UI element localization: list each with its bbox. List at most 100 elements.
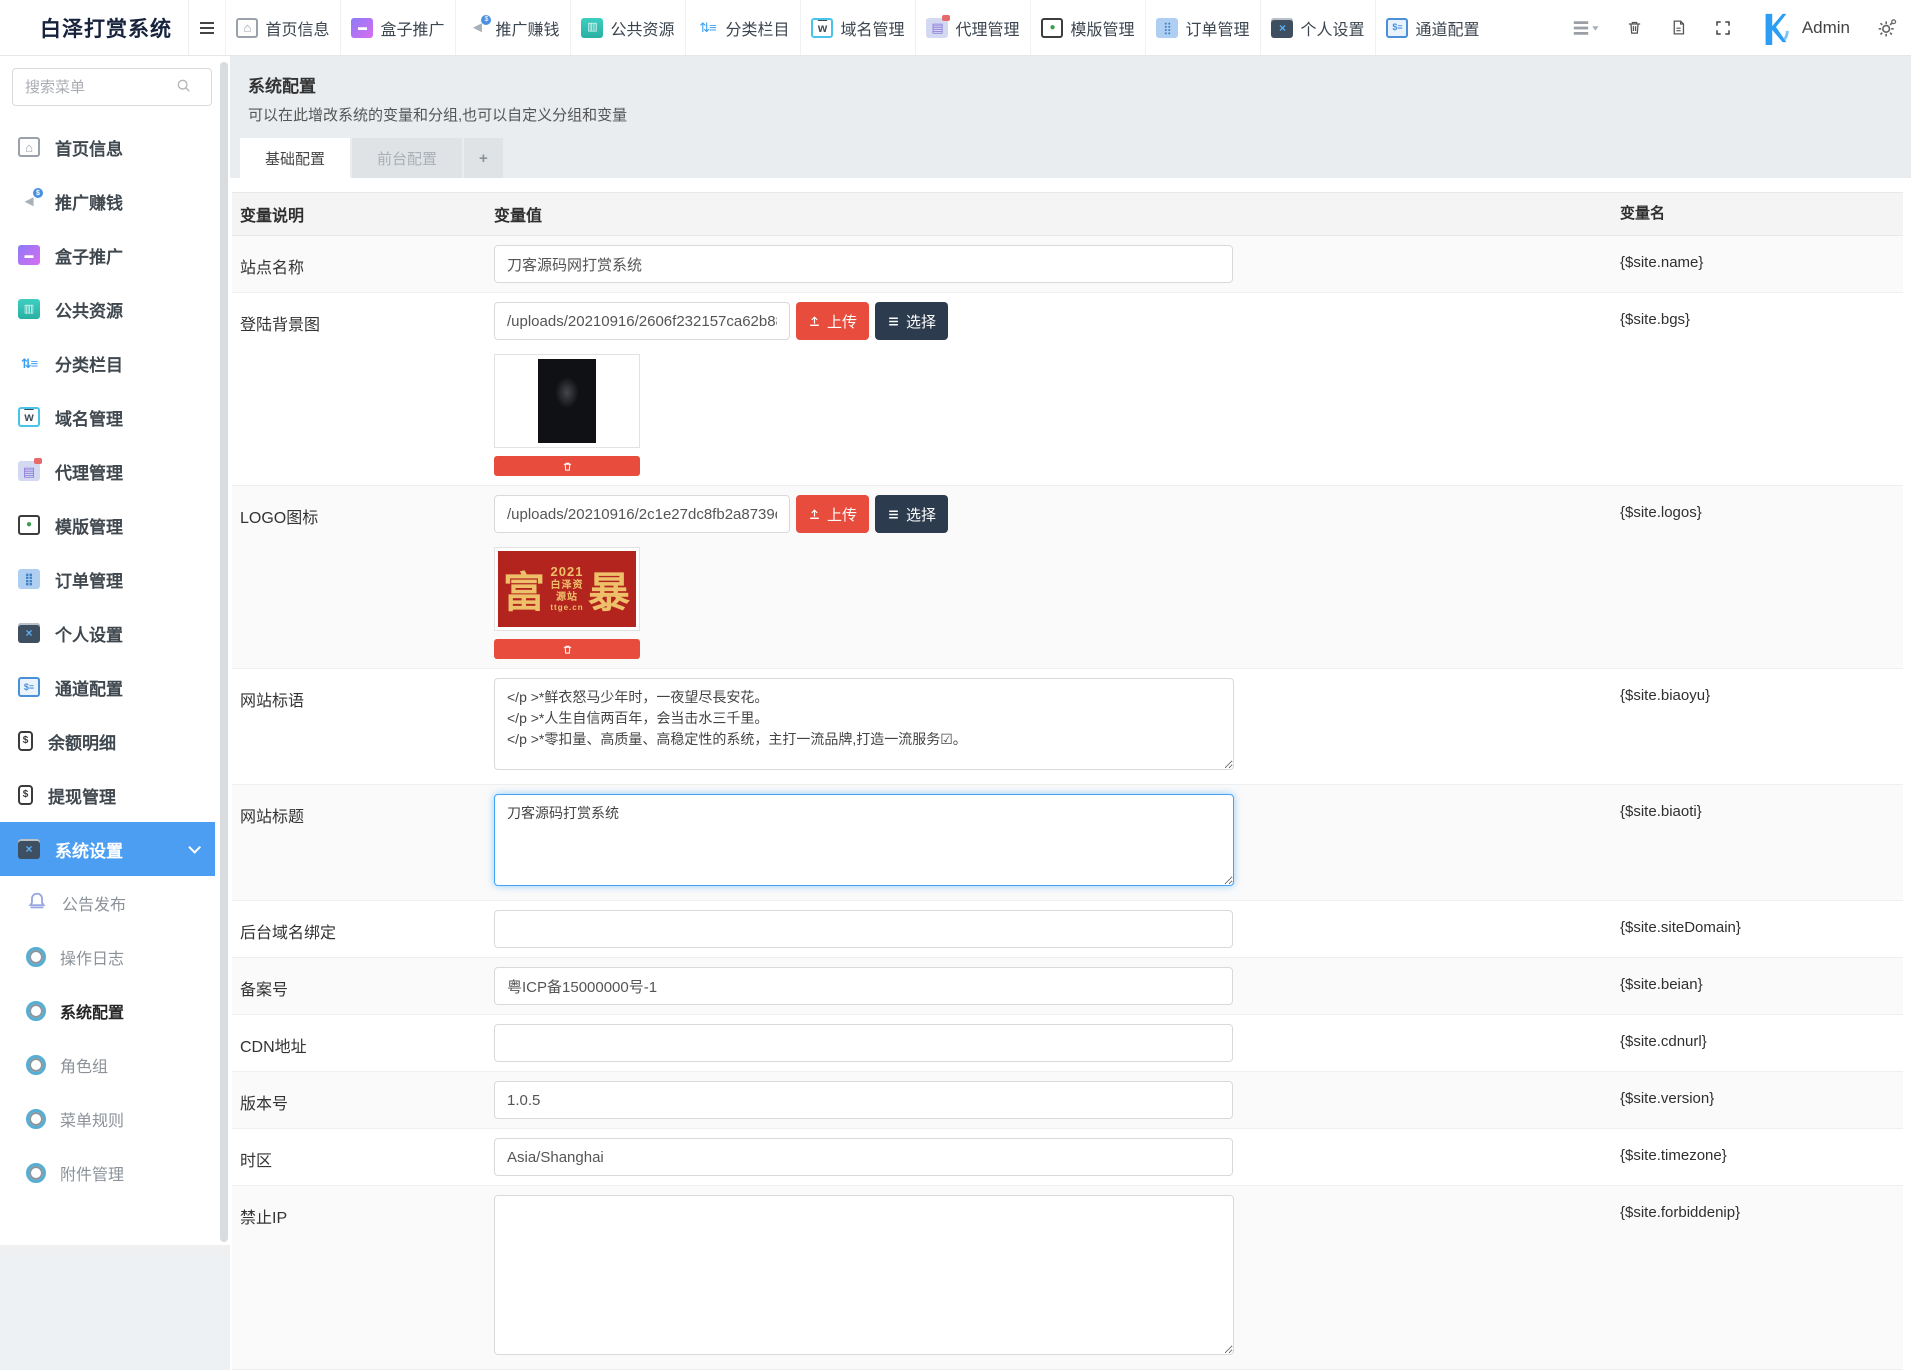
top-nav-tab-public-res[interactable]: ▥公共资源 — [570, 0, 685, 55]
gear-icon[interactable] — [1877, 18, 1897, 38]
upload-button[interactable]: 上传 — [796, 495, 869, 533]
sidebar-item-public-res[interactable]: ▥公共资源 — [0, 282, 215, 336]
sidebar-subitem[interactable]: 操作日志 — [0, 930, 215, 984]
config-tabs: 基础配置前台配置+ — [240, 138, 1911, 178]
sidebar-item-profile[interactable]: ×个人设置 — [0, 606, 215, 660]
tab-list-dropdown-icon[interactable] — [1572, 19, 1599, 37]
sidebar-subitem[interactable]: 附件管理 — [0, 1146, 215, 1200]
choose-button[interactable]: 选择 — [875, 302, 948, 340]
row-value-cell: 上传 选择富2021白泽资源站ttge.cn暴 — [494, 495, 1620, 659]
sidebar-scrollbar[interactable] — [220, 62, 228, 1242]
sidebar-item-category[interactable]: ⇅≡分类栏目 — [0, 336, 215, 390]
field-input[interactable] — [494, 1138, 1233, 1176]
top-nav-tab-label: 盒子推广 — [380, 16, 444, 40]
sidebar-subitem[interactable]: 角色组 — [0, 1038, 215, 1092]
delete-image-button[interactable] — [494, 456, 640, 476]
sidebar: ⌂首页信息◄推广赚钱▬盒子推广▥公共资源⇅≡分类栏目w域名管理▤代理管理●模版管… — [0, 56, 230, 1261]
top-nav-tab-agent[interactable]: ▤代理管理 — [915, 0, 1030, 55]
top-nav-tab-home-info[interactable]: ⌂首页信息 — [225, 0, 340, 55]
balance-icon: $ — [18, 731, 33, 751]
sidebar-item-channel[interactable]: $≡ 通道配置 — [0, 660, 215, 714]
avatar — [1759, 11, 1793, 45]
channel-icon: $≡ — [18, 677, 40, 697]
sidebar-item-label: 订单管理 — [55, 567, 123, 592]
field-input[interactable] — [494, 1024, 1233, 1062]
sidebar-item-promo-money[interactable]: ◄推广赚钱 — [0, 174, 215, 228]
home-info-icon: ⌂ — [236, 18, 258, 38]
circle-icon — [26, 1055, 46, 1075]
config-panel: 变量说明 变量值 变量名 站点名称{$site.name}登陆背景图上传选择{$… — [230, 178, 1911, 1370]
sidebar-subitem[interactable]: 菜单规则 — [0, 1092, 215, 1146]
sidebar-item-balance[interactable]: $余额明细 — [0, 714, 215, 768]
field-input[interactable] — [494, 967, 1233, 1005]
domain-icon: w — [18, 407, 40, 427]
top-nav-tab-category[interactable]: ⇅≡分类栏目 — [685, 0, 800, 55]
sidebar-item-domain[interactable]: w域名管理 — [0, 390, 215, 444]
sidebar-item-system[interactable]: ×系统设置 — [0, 822, 215, 876]
field-textarea[interactable] — [494, 794, 1234, 886]
top-nav-tab-box-promo[interactable]: ▬盒子推广 — [340, 0, 455, 55]
choose-button-label: 选择 — [906, 504, 936, 525]
system-icon: × — [18, 839, 40, 859]
sidebar-item-home-info[interactable]: ⌂首页信息 — [0, 120, 215, 174]
order-icon: ⣿ — [18, 569, 40, 589]
profile-icon: × — [1271, 18, 1293, 38]
table-row: 网站标题{$site.biaoti} — [232, 785, 1903, 901]
top-nav-tab-domain[interactable]: w 域名管理 — [800, 0, 915, 55]
top-nav-tab-promo-money[interactable]: ◄推广赚钱 — [455, 0, 570, 55]
top-nav-tab-label: 代理管理 — [955, 16, 1019, 40]
choose-button[interactable]: 选择 — [875, 495, 948, 533]
sidebar-menu: ⌂首页信息◄推广赚钱▬盒子推广▥公共资源⇅≡分类栏目w域名管理▤代理管理●模版管… — [0, 120, 230, 1200]
sidebar-subitem[interactable]: 系统配置 — [0, 984, 215, 1038]
sidebar-bottom-strip — [0, 1245, 230, 1261]
tab-基础配置[interactable]: 基础配置 — [240, 138, 350, 178]
sidebar-item-template[interactable]: ●模版管理 — [0, 498, 215, 552]
sidebar-item-withdraw[interactable]: $提现管理 — [0, 768, 215, 822]
tab-前台配置[interactable]: 前台配置 — [352, 138, 462, 178]
row-variable-name: {$site.siteDomain} — [1620, 910, 1903, 948]
sidebar-item-box-promo[interactable]: ▬盒子推广 — [0, 228, 215, 282]
sidebar-item-label: 盒子推广 — [55, 243, 123, 268]
upload-button[interactable]: 上传 — [796, 302, 869, 340]
field-input[interactable] — [494, 910, 1233, 948]
upload-button-label: 上传 — [827, 504, 857, 525]
top-nav-tab-profile[interactable]: ×个人设置 — [1260, 0, 1375, 55]
template-icon: ● — [1041, 18, 1063, 38]
add-tab-button[interactable]: + — [464, 138, 503, 178]
promo-money-icon: ◄ — [18, 191, 40, 211]
refresh-page-icon[interactable] — [1670, 18, 1687, 37]
sidebar-item-agent[interactable]: ▤代理管理 — [0, 444, 215, 498]
upload-line: 上传选择 — [494, 302, 1620, 340]
sidebar-toggle-icon[interactable] — [189, 0, 225, 55]
logo-right-char: 暴 — [588, 559, 631, 620]
admin-label: Admin — [1802, 18, 1850, 38]
table-header: 变量说明 — [232, 202, 494, 226]
table-row: 备案号{$site.beian} — [232, 958, 1903, 1015]
row-value-cell — [494, 910, 1620, 948]
trash-icon[interactable] — [1626, 18, 1643, 37]
sidebar-item-label: 通道配置 — [55, 675, 123, 700]
image-preview: 富2021白泽资源站ttge.cn暴 — [494, 547, 640, 631]
fullscreen-icon[interactable] — [1714, 19, 1732, 37]
field-input[interactable] — [494, 245, 1233, 283]
delete-image-button[interactable] — [494, 639, 640, 659]
upload-path-input[interactable] — [494, 495, 790, 533]
admin-menu[interactable]: Admin — [1759, 11, 1850, 45]
field-textarea[interactable] — [494, 1195, 1234, 1355]
top-nav-tab-channel[interactable]: $≡通道配置 — [1375, 0, 1490, 55]
upload-path-input[interactable] — [494, 302, 790, 340]
order-icon: ⣿ — [1156, 18, 1178, 38]
top-nav-tab-label: 域名管理 — [840, 16, 904, 40]
page-header: 系统配置 可以在此增改系统的变量和分组,也可以自定义分组和变量 基础配置前台配置… — [230, 56, 1911, 178]
sidebar-item-order[interactable]: ⣿ 订单管理 — [0, 552, 215, 606]
field-textarea[interactable] — [494, 678, 1234, 770]
row-variable-name: {$site.biaoyu} — [1620, 678, 1903, 775]
top-nav-tab-order[interactable]: ⣿订单管理 — [1145, 0, 1260, 55]
domain-icon: w — [811, 18, 833, 38]
top-nav-tab-template[interactable]: ●模版管理 — [1030, 0, 1145, 55]
sidebar-subitem[interactable]: 公告发布 — [0, 876, 215, 930]
sidebar-item-label: 提现管理 — [48, 783, 116, 808]
topbar-tools: Admin — [1572, 0, 1911, 55]
table-row: 时区{$site.timezone} — [232, 1129, 1903, 1186]
field-input[interactable] — [494, 1081, 1233, 1119]
